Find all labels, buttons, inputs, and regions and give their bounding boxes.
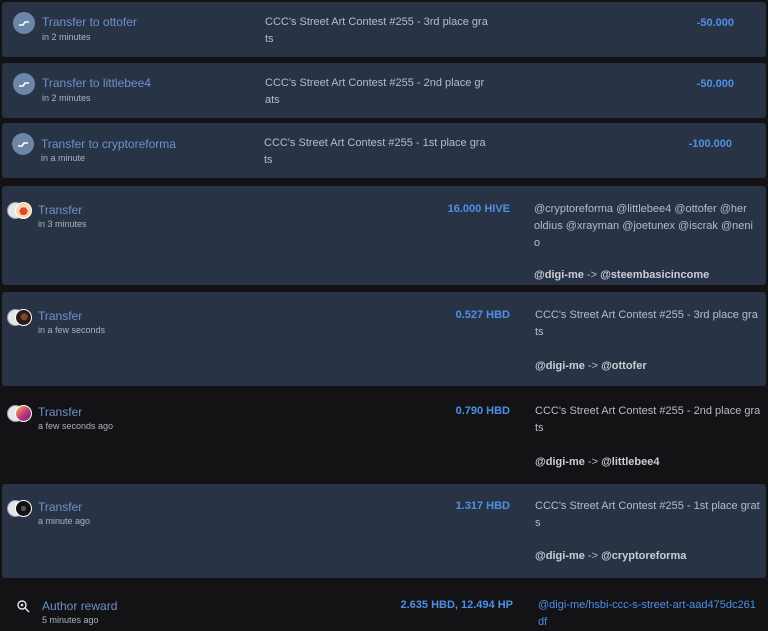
- to-account[interactable]: @littlebee4: [601, 456, 659, 468]
- entry-memo: CCC's Street Art Contest #255 - 1st plac…: [264, 137, 486, 166]
- entry-amount: -50.000: [696, 78, 734, 90]
- operation-amount: 16.000 HIVE: [447, 203, 510, 215]
- entry-title-link[interactable]: Transfer to cryptoreforma: [41, 137, 176, 151]
- arrow: ->: [586, 269, 597, 281]
- reward-icon: [16, 599, 30, 613]
- entry-memo: CCC's Street Art Contest #255 - 2nd plac…: [265, 77, 485, 106]
- avatar-pair: [7, 500, 41, 518]
- transfer-operation: Transfer in a few seconds 0.527 HBD CCC'…: [2, 292, 766, 386]
- arrow: ->: [587, 360, 598, 372]
- entry-title-link[interactable]: Transfer to ottofer: [42, 15, 137, 29]
- arrow: ->: [587, 550, 598, 562]
- from-account[interactable]: @digi-me: [534, 269, 584, 281]
- transfer-route: @digi-me -> @ottofer: [535, 360, 647, 372]
- avatar-pair: [7, 202, 41, 220]
- avatar-pair: [7, 405, 41, 423]
- entry-title-link[interactable]: Transfer to littlebee4: [42, 76, 151, 90]
- entry-time: in a minute: [41, 153, 86, 163]
- avatar: [15, 202, 32, 219]
- operation-memo: @cryptoreforma @littlebee4 @ottofer @her…: [534, 203, 753, 249]
- operation-time: in 3 minutes: [38, 219, 87, 229]
- operation-time: 5 minutes ago: [42, 615, 99, 625]
- transfer-operation: Transfer in 3 minutes 16.000 HIVE @crypt…: [2, 186, 766, 285]
- operation-amount: 0.527 HBD: [455, 309, 510, 321]
- operation-title[interactable]: Transfer: [38, 309, 82, 323]
- entry-amount: -50.000: [696, 17, 734, 29]
- operation-title[interactable]: Transfer: [38, 203, 82, 217]
- transfer-icon: [13, 12, 35, 34]
- operation-memo: CCC's Street Art Contest #255 - 1st plac…: [535, 500, 760, 529]
- entry-time: in 2 minutes: [42, 93, 91, 103]
- operation-title[interactable]: Transfer: [38, 405, 82, 419]
- history-entry: Transfer to cryptoreforma in a minute CC…: [2, 123, 766, 178]
- history-entry: Transfer to ottofer in 2 minutes CCC's S…: [2, 2, 766, 57]
- to-account[interactable]: @steembasicincome: [600, 269, 709, 281]
- author-reward-operation: Author reward 5 minutes ago 2.635 HBD, 1…: [2, 584, 766, 631]
- avatar: [15, 405, 32, 422]
- transfer-route: @digi-me -> @steembasicincome: [534, 269, 709, 281]
- entry-memo: CCC's Street Art Contest #255 - 3rd plac…: [265, 16, 488, 45]
- to-account[interactable]: @ottofer: [601, 360, 647, 372]
- operation-time: a few seconds ago: [38, 421, 114, 431]
- operation-title[interactable]: Transfer: [38, 500, 82, 514]
- avatar: [15, 500, 32, 517]
- reward-amount: 2.635 HBD, 12.494 HP: [400, 599, 513, 611]
- operation-amount: 0.790 HBD: [455, 405, 510, 417]
- avatar: [15, 309, 32, 326]
- transfer-icon: [12, 133, 34, 155]
- entry-amount: -100.000: [688, 138, 732, 150]
- post-permlink[interactable]: @digi-me/hsbi-ccc-s-street-art-aad475dc2…: [538, 597, 756, 631]
- history-entry: Transfer to littlebee4 in 2 minutes CCC'…: [2, 63, 766, 118]
- arrow: ->: [587, 456, 598, 468]
- transfer-route: @digi-me -> @littlebee4: [535, 456, 659, 468]
- operation-time: a minute ago: [38, 516, 91, 526]
- transfer-operation: Transfer a minute ago 1.317 HBD CCC's St…: [2, 484, 766, 578]
- operation-memo: CCC's Street Art Contest #255 - 2nd plac…: [535, 405, 761, 434]
- transfer-route: @digi-me -> @cryptoreforma: [535, 550, 686, 562]
- operation-title[interactable]: Author reward: [42, 599, 117, 613]
- from-account[interactable]: @digi-me: [535, 456, 585, 468]
- entry-time: in 2 minutes: [42, 32, 91, 42]
- from-account[interactable]: @digi-me: [535, 360, 585, 372]
- avatar-pair: [7, 309, 41, 327]
- operation-time: in a few seconds: [38, 325, 106, 335]
- operation-amount: 1.317 HBD: [455, 500, 510, 512]
- from-account[interactable]: @digi-me: [535, 550, 585, 562]
- operation-memo: CCC's Street Art Contest #255 - 3rd plac…: [535, 309, 758, 338]
- transfer-icon: [13, 73, 35, 95]
- transfer-operation: Transfer a few seconds ago 0.790 HBD CCC…: [2, 389, 766, 481]
- to-account[interactable]: @cryptoreforma: [601, 550, 686, 562]
